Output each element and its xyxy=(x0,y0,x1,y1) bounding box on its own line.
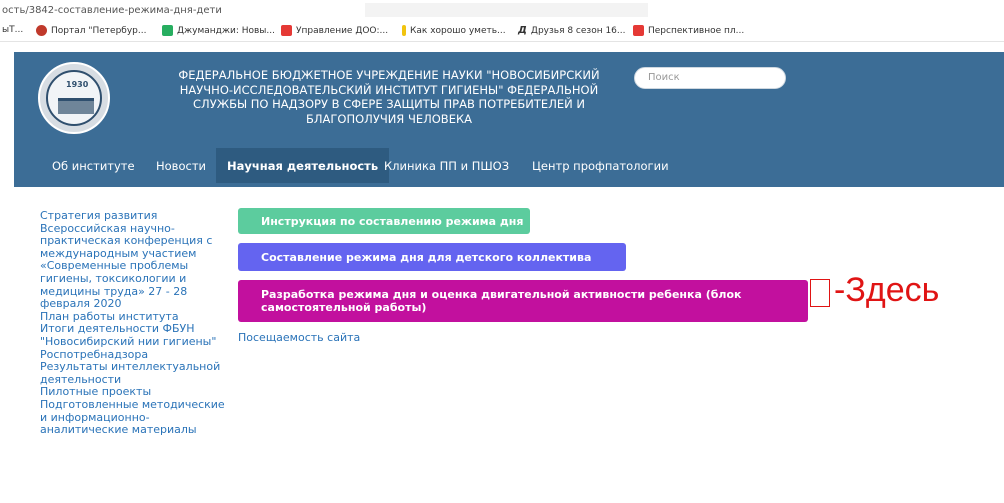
bookmark-item[interactable]: Перспективное пл... xyxy=(633,25,744,36)
annotation-note: -Здесь xyxy=(810,271,939,310)
logo-building xyxy=(58,98,94,114)
bookmark-item[interactable]: Портал "Петербур... xyxy=(36,25,146,36)
site-header: 1930 ФЕДЕРАЛЬНОЕ БЮДЖЕТНОЕ УЧРЕЖДЕНИЕ НА… xyxy=(14,52,1004,187)
sidebar-item[interactable]: Всероссийская научно-практическая конфер… xyxy=(40,222,225,311)
nav-item-about[interactable]: Об институте xyxy=(52,148,135,183)
favicon-icon: Д xyxy=(518,25,527,36)
sidebar-item[interactable]: Стратегия развития xyxy=(40,209,225,223)
nav-item-clinic[interactable]: Клиника ПП и ПШОЗ xyxy=(384,148,509,183)
site-visits-link[interactable]: Посещаемость сайта xyxy=(238,331,360,344)
youtube-icon xyxy=(281,25,292,36)
bookmarks-bar: ыТ... Портал "Петербур... Джуманджи: Нов… xyxy=(0,20,1004,42)
nav-item-news[interactable]: Новости xyxy=(156,148,206,183)
logo-year: 1930 xyxy=(66,80,89,89)
annotation-text: -Здесь xyxy=(834,271,940,309)
bookmark-item[interactable]: Как хорошо уметь... xyxy=(402,25,506,36)
address-bar-overlay xyxy=(365,3,648,17)
favicon-icon xyxy=(162,25,173,36)
sidebar-item[interactable]: Подготовленные методические и информацио… xyxy=(40,398,225,437)
institute-logo[interactable]: 1930 xyxy=(38,62,110,134)
collective-schedule-button[interactable]: Составление режима дня для детского колл… xyxy=(238,243,626,271)
sidebar-item[interactable]: Итоги деятельности ФБУН "Новосибирский н… xyxy=(40,323,225,361)
development-schedule-button[interactable]: Разработка режима дня и оценка двигатель… xyxy=(238,280,808,322)
org-title: ФЕДЕРАЛЬНОЕ БЮДЖЕТНОЕ УЧРЕЖДЕНИЕ НАУКИ "… xyxy=(178,68,600,126)
instruction-button[interactable]: Инструкция по составлению режима дня xyxy=(238,208,530,234)
sidebar-item[interactable]: Результаты интеллектуальной деятельности xyxy=(40,360,225,386)
url-text: ость/3842-составление-режима-дня-дети xyxy=(2,5,222,16)
bookmark-item[interactable]: ыТ... xyxy=(2,25,23,35)
annotation-box-icon xyxy=(810,278,830,307)
bookmark-item[interactable]: Управление ДОО:... xyxy=(281,25,388,36)
main-nav: Об институте Новости Научная деятельност… xyxy=(14,148,1004,183)
favicon-icon xyxy=(402,25,406,36)
nav-item-science[interactable]: Научная деятельность xyxy=(216,148,390,183)
favicon-icon xyxy=(36,25,47,36)
search-input[interactable]: Поиск xyxy=(634,67,786,89)
address-bar[interactable]: ость/3842-составление-режима-дня-дети xyxy=(0,0,1004,20)
heart-icon xyxy=(633,25,644,36)
sidebar-menu: Стратегия развития Всероссийская научно-… xyxy=(40,209,225,437)
bookmark-item[interactable]: Джуманджи: Новы... xyxy=(162,25,275,36)
bookmark-item[interactable]: Д Друзья 8 сезон 16... xyxy=(518,25,626,36)
nav-item-profpathology[interactable]: Центр профпатологии xyxy=(532,148,669,183)
